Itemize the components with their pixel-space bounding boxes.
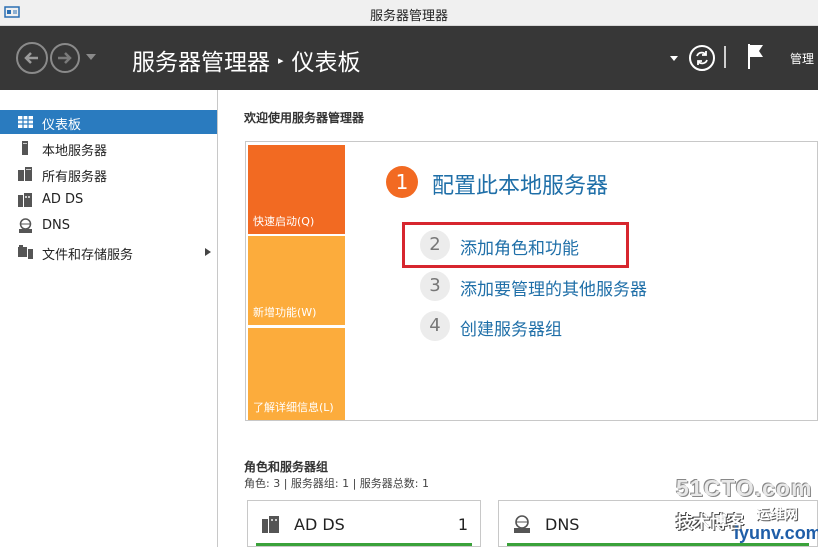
role-card-count: 1 [457,515,468,534]
ad-ds-icon [18,193,32,207]
breadcrumb-current: 仪表板 [291,50,361,76]
sidebar-item-label: DNS [42,218,70,233]
sidebar-item-label: 文件和存储服务 [42,248,134,263]
breadcrumb-separator: ▸ [278,54,284,67]
sidebar-item-dns[interactable]: DNS [0,214,217,238]
tile-label: 了解详细信息(L) [253,401,334,414]
sidebar-item-dashboard[interactable]: 仪表板 [0,110,217,134]
step-4-number: 4 [420,311,450,341]
arrow-right-icon [58,52,72,64]
tile-learn-more[interactable]: 了解详细信息(L) [248,328,345,420]
configure-local-server-link[interactable]: 配置此本地服务器 [432,168,608,200]
sidebar-item-label: 仪表板 [42,118,82,133]
tile-quick-start[interactable]: 快速启动(Q) [248,145,345,234]
sidebar-item-label: 本地服务器 [42,144,108,159]
ad-ds-icon [262,516,279,533]
window-title: 服务器管理器 [369,9,448,24]
refresh-icon[interactable] [688,44,716,72]
sidebar-item-all-servers[interactable]: 所有服务器 [0,162,217,186]
step-3-number: 3 [420,271,450,301]
roles-summary: 角色: 3 | 服务器组: 1 | 服务器总数: 1 [244,477,430,490]
step-1-number: 1 [386,166,418,198]
highlight-box [402,222,629,268]
add-other-servers-link[interactable]: 添加要管理的其他服务器 [460,275,647,300]
forward-button[interactable] [50,43,80,73]
sidebar-item-label: AD DS [42,192,84,207]
server-icon [22,141,28,155]
tile-whats-new[interactable]: 新增功能(W) [248,236,345,325]
notifications-flag-icon[interactable] [746,42,766,70]
arrow-left-icon [24,52,38,64]
sidebar-item-local-server[interactable]: 本地服务器 [0,136,217,160]
sidebar: 仪表板 本地服务器 所有服务器 AD DS DNS 文件和存储服务 [0,90,218,547]
back-button[interactable] [16,42,48,74]
title-bar: 服务器管理器 [0,0,818,26]
dashboard-icon [18,116,33,128]
sidebar-item-ad-ds[interactable]: AD DS [0,188,217,212]
watermark-site: 51CTO.com [676,475,813,501]
tile-label: 快速启动(Q) [253,215,315,228]
servers-icon [18,167,32,181]
dns-icon [19,218,32,233]
role-card-ad-ds[interactable]: AD DS 1 [247,500,481,547]
role-card-name: DNS [545,515,580,534]
sidebar-item-label: 所有服务器 [42,170,108,185]
history-dropdown-icon[interactable] [86,54,96,60]
create-server-group-link[interactable]: 创建服务器组 [460,315,562,340]
sidebar-item-file-storage[interactable]: 文件和存储服务 [0,240,217,264]
tile-label: 新增功能(W) [253,306,317,319]
header-divider [724,46,726,68]
dns-icon [514,515,530,533]
notifications-dropdown-icon[interactable] [670,56,678,61]
role-card-name: AD DS [294,515,345,534]
file-storage-icon [18,245,33,259]
expand-arrow-icon[interactable] [205,248,211,256]
welcome-heading: 欢迎使用服务器管理器 [244,111,365,125]
manage-menu[interactable]: 管理 [790,50,814,67]
watermark-domain: iyunv.com [734,523,818,543]
app-header: 服务器管理器 ▸ 仪表板 管理 [0,26,818,90]
roles-heading: 角色和服务器组 [244,460,329,474]
breadcrumb: 服务器管理器 ▸ 仪表板 [132,43,361,77]
watermark-yunwei: 运维网 [756,507,798,523]
breadcrumb-root[interactable]: 服务器管理器 [132,50,270,76]
status-bar [256,543,472,546]
